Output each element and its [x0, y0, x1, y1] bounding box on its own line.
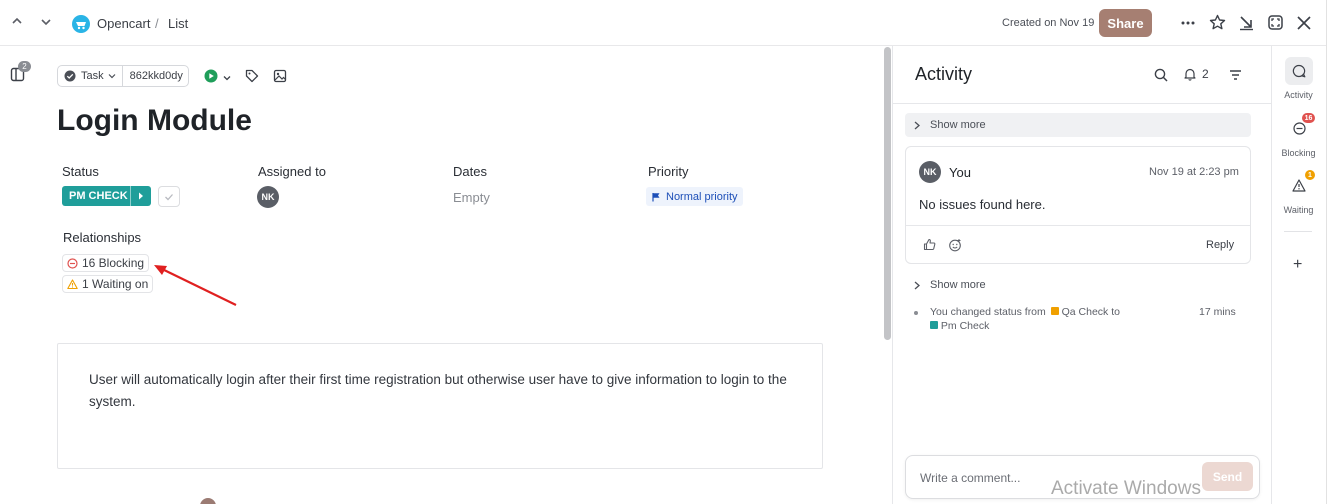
- comment-input[interactable]: Write a comment...: [920, 471, 1020, 485]
- comment-text: No issues found here.: [919, 197, 1046, 212]
- comment-time: Nov 19 at 2:23 pm: [1149, 166, 1239, 178]
- dates-label: Dates: [453, 164, 487, 179]
- rail-waiting-label[interactable]: Waiting: [1271, 205, 1326, 215]
- arrow-right-icon[interactable]: [131, 192, 151, 200]
- qa-check-swatch: [1050, 307, 1059, 315]
- rail-activity-button[interactable]: [1285, 57, 1313, 85]
- task-type-pill[interactable]: Task 862kkd0dy: [57, 65, 189, 87]
- task-type-label: Task: [81, 70, 104, 82]
- description-text[interactable]: User will automatically login after thei…: [89, 369, 789, 413]
- blocking-text: 16 Blocking: [82, 256, 145, 270]
- search-icon[interactable]: [1154, 68, 1168, 85]
- chevron-down-icon: [108, 72, 116, 80]
- priority-pill[interactable]: Normal priority: [646, 187, 743, 206]
- plus-icon[interactable]: +: [1293, 256, 1302, 274]
- status-pill[interactable]: PM CHECK: [62, 186, 151, 206]
- sidebar-badge: 2: [18, 61, 31, 72]
- blocking-chip[interactable]: 16 Blocking: [62, 254, 150, 272]
- fullscreen-icon[interactable]: [1267, 14, 1284, 34]
- pm-check-swatch: [930, 321, 938, 329]
- dates-value[interactable]: Empty: [453, 190, 490, 205]
- chevron-right-icon: [914, 121, 920, 129]
- assignee-avatar[interactable]: NK: [257, 186, 279, 208]
- comment-divider: [906, 225, 1250, 226]
- check-circle-icon: [64, 70, 76, 82]
- waiting-text: 1 Waiting on: [82, 277, 149, 291]
- status-label: Status: [62, 164, 99, 179]
- window-edge: [1326, 0, 1338, 504]
- bullet-dot: [914, 311, 918, 315]
- comment-author: You: [949, 165, 971, 180]
- rail-activity-label[interactable]: Activity: [1271, 90, 1326, 100]
- image-icon[interactable]: [273, 69, 287, 86]
- warning-icon: [67, 278, 78, 289]
- notifications-button[interactable]: 2: [1183, 67, 1209, 81]
- status-change-entry: You changed status from Qa Check to Pm C…: [930, 305, 1190, 333]
- status-value: PM CHECK: [69, 190, 128, 202]
- priority-label: Priority: [648, 164, 689, 179]
- activity-header-divider: [893, 103, 1271, 104]
- change-prefix: You changed status from: [930, 306, 1046, 318]
- warning-icon[interactable]: [1292, 179, 1306, 195]
- comment-avatar: NK: [919, 161, 941, 183]
- show-more-button-top[interactable]: Show more: [905, 113, 1251, 137]
- task-id[interactable]: 862kkd0dy: [130, 70, 183, 82]
- flag-icon: [652, 192, 660, 201]
- change-time: 17 mins: [1199, 306, 1236, 318]
- tag-icon[interactable]: [245, 69, 259, 86]
- waiting-chip[interactable]: 1 Waiting on: [62, 275, 154, 293]
- breadcrumb-list[interactable]: List: [168, 16, 188, 31]
- thumbs-up-icon[interactable]: [923, 238, 936, 254]
- close-icon[interactable]: [1296, 15, 1312, 34]
- blocking-icon[interactable]: [1293, 122, 1306, 138]
- activity-title: Activity: [915, 64, 973, 84]
- breadcrumb-workspace[interactable]: Opencart: [97, 16, 150, 31]
- avatar: [200, 498, 216, 504]
- collapse-icon[interactable]: [1238, 14, 1255, 34]
- chevron-up-icon[interactable]: [11, 15, 23, 30]
- complete-button[interactable]: [158, 186, 180, 207]
- annotation-arrow: [154, 265, 237, 306]
- change-from: Qa Check: [1061, 306, 1109, 318]
- change-to-word: to: [1111, 306, 1120, 318]
- show-more-button-bottom[interactable]: Show more: [905, 273, 1251, 297]
- task-title[interactable]: Login Module: [57, 104, 252, 138]
- filter-icon[interactable]: [1229, 69, 1242, 84]
- scrollbar[interactable]: [884, 47, 891, 340]
- created-date: Created on Nov 19: [1002, 17, 1095, 29]
- relationships-label: Relationships: [63, 230, 142, 245]
- rail-divider: [1284, 231, 1312, 232]
- rail-blocking-label[interactable]: Blocking: [1271, 148, 1326, 158]
- bell-icon: [1184, 68, 1196, 81]
- waiting-badge: 1: [1305, 170, 1315, 180]
- reply-button[interactable]: Reply: [1206, 239, 1234, 251]
- blocking-icon: [67, 257, 78, 269]
- chat-icon: [1292, 64, 1306, 78]
- chevron-right-icon: [914, 281, 920, 289]
- star-icon[interactable]: [1209, 14, 1226, 34]
- blocking-badge: 16: [1302, 113, 1315, 123]
- right-rail: [1271, 46, 1326, 504]
- check-icon: [165, 193, 173, 200]
- windows-watermark: Activate Windows: [1051, 478, 1201, 499]
- priority-value: Normal priority: [666, 190, 738, 203]
- show-more-label: Show more: [930, 119, 986, 131]
- change-to: Pm Check: [940, 320, 990, 332]
- share-button[interactable]: Share: [1099, 9, 1152, 37]
- notif-count: 2: [1202, 67, 1209, 81]
- assigned-label: Assigned to: [258, 164, 326, 179]
- play-icon[interactable]: [204, 69, 218, 86]
- more-icon[interactable]: [1180, 15, 1196, 36]
- show-more-label: Show more: [930, 279, 986, 291]
- breadcrumb-separator: /: [155, 16, 159, 31]
- chevron-down-icon[interactable]: [40, 16, 52, 31]
- emoji-icon[interactable]: [948, 238, 962, 255]
- chevron-down-icon[interactable]: [222, 71, 232, 86]
- send-button[interactable]: Send: [1202, 462, 1253, 491]
- opencart-logo-icon: [72, 15, 90, 36]
